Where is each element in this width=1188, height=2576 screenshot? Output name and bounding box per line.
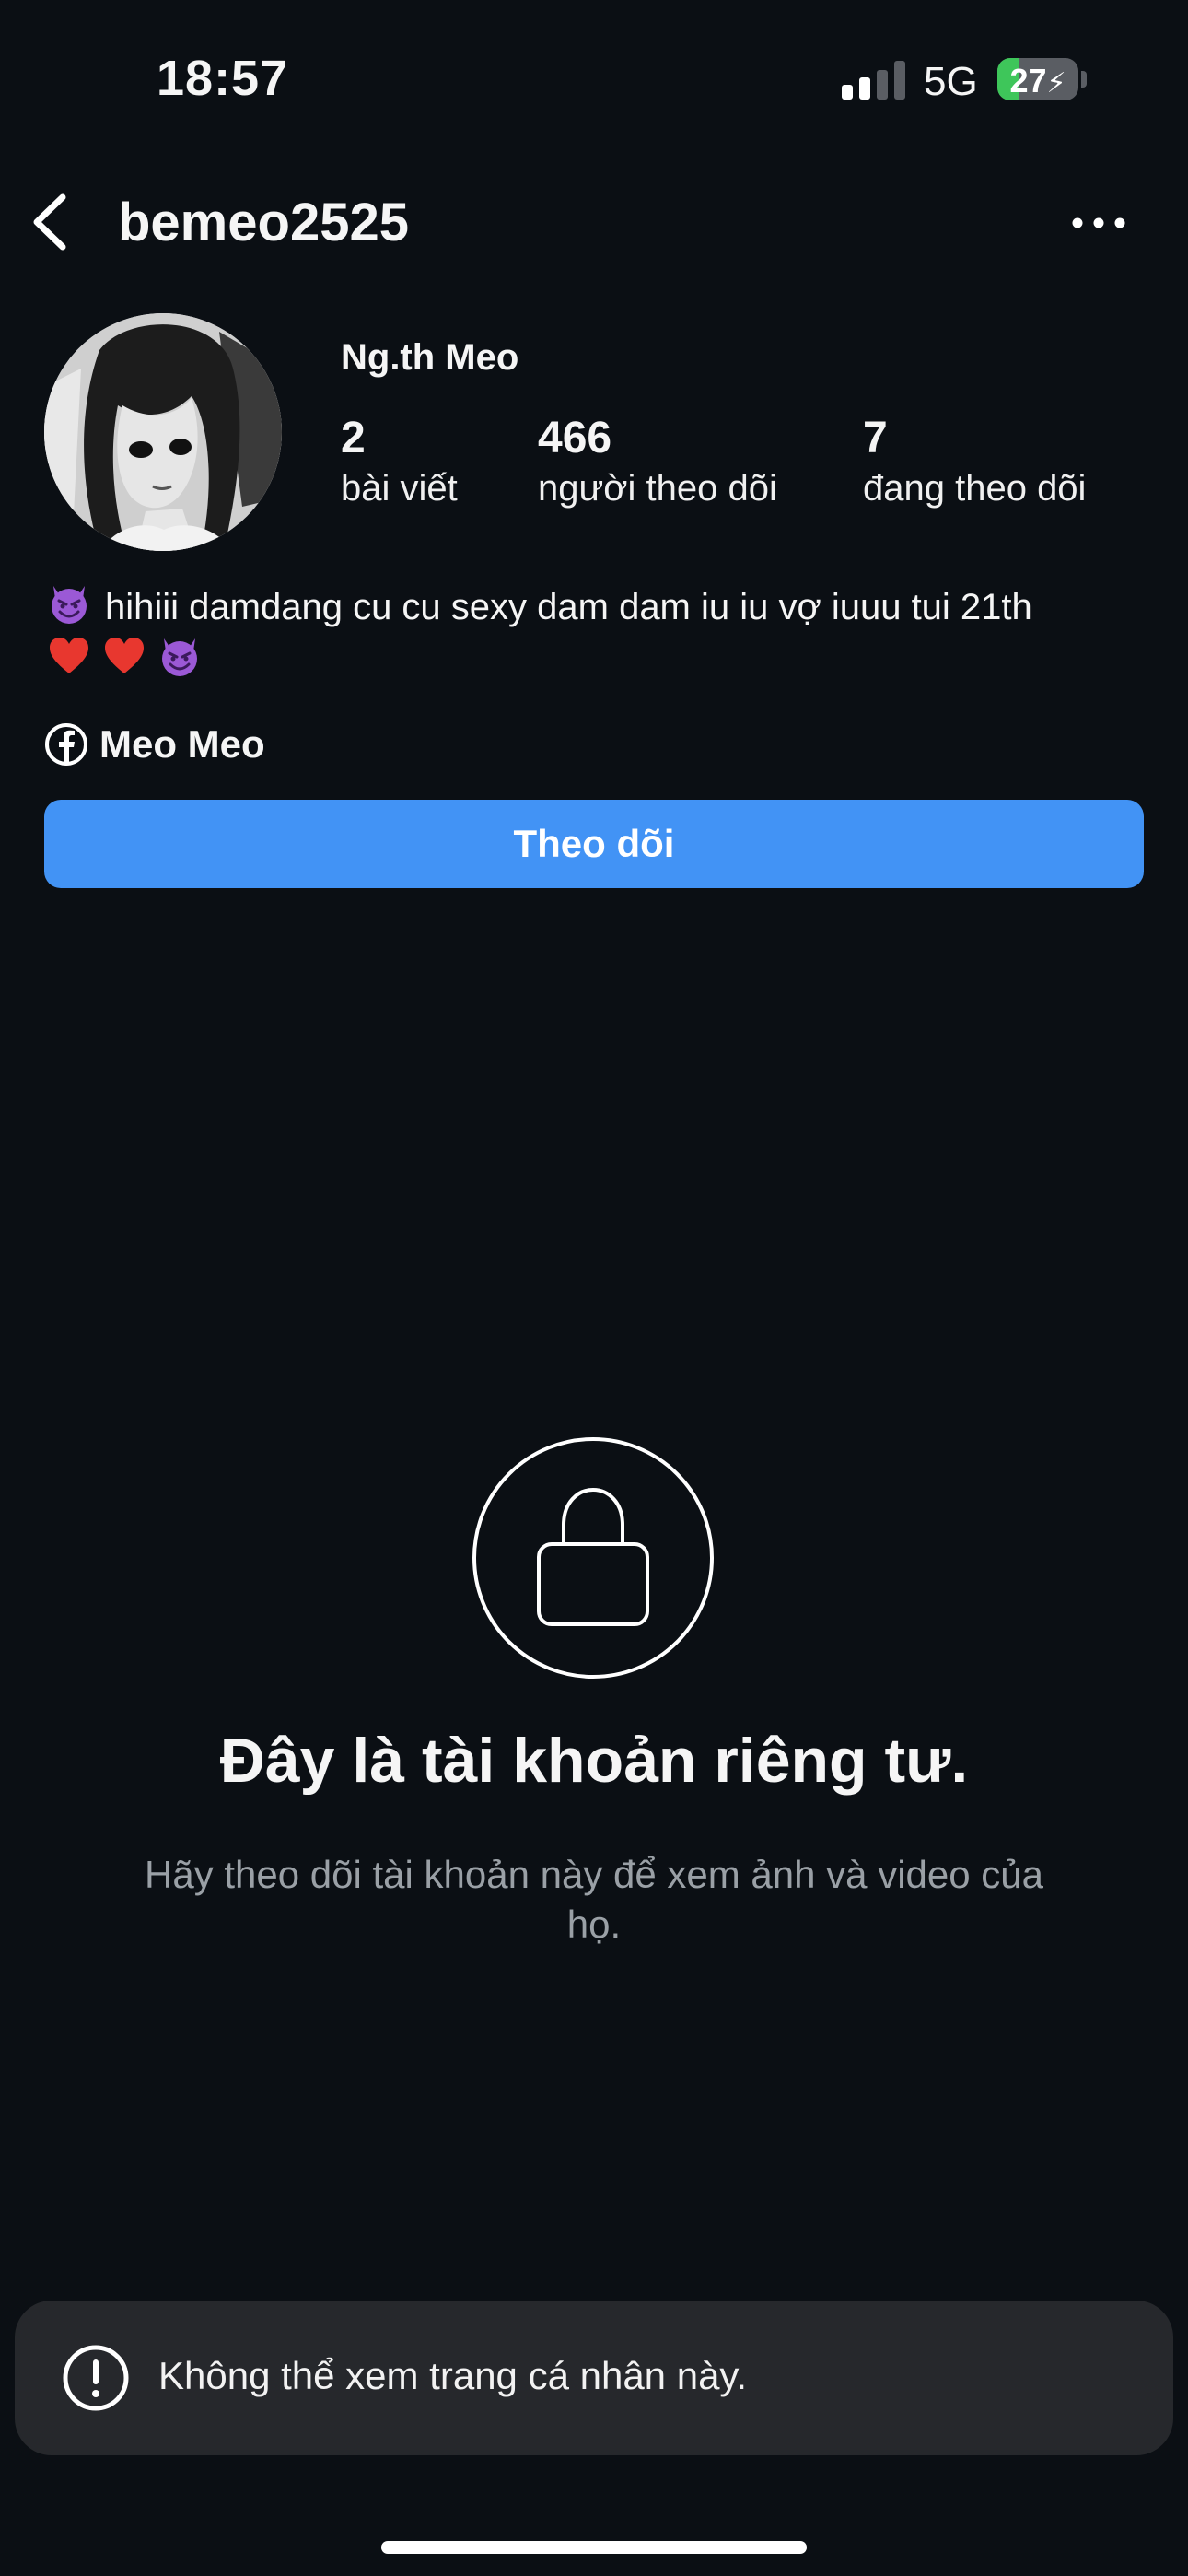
stat-following[interactable]: 7 đang theo dõi bbox=[863, 413, 1086, 512]
toast-message: Không thể xem trang cá nhân này. bbox=[158, 2354, 747, 2397]
avatar[interactable] bbox=[44, 313, 282, 551]
profile-bio: hihiii damdang cu cu sexy dam dam iu iu … bbox=[46, 580, 1151, 685]
devil-emoji-icon bbox=[52, 586, 87, 624]
heart-emoji-icon bbox=[105, 638, 144, 673]
stat-posts-value: 2 bbox=[341, 414, 366, 463]
back-button[interactable] bbox=[26, 190, 81, 254]
lock-icon bbox=[472, 1437, 714, 1679]
home-indicator[interactable] bbox=[381, 2541, 807, 2554]
private-account-title: Đây là tài khoản riêng tư. bbox=[219, 1726, 969, 1796]
battery-percent: 27⚡ bbox=[1009, 62, 1066, 100]
link-label: Meo Meo bbox=[99, 722, 265, 766]
stat-following-label: đang theo dõi bbox=[863, 468, 1087, 509]
facebook-icon bbox=[45, 723, 87, 766]
facebook-link[interactable]: Meo Meo bbox=[44, 719, 265, 770]
stat-followers[interactable]: 466 người theo dõi bbox=[538, 413, 777, 512]
bio-line-2 bbox=[46, 633, 1151, 685]
chevron-left-icon bbox=[33, 193, 66, 251]
bio-line-1: hihiii damdang cu cu sexy dam dam iu iu … bbox=[46, 580, 1151, 633]
more-horizontal-icon bbox=[1072, 217, 1125, 228]
battery-tip bbox=[1081, 71, 1087, 88]
network-type: 5G bbox=[924, 59, 978, 104]
profile-screen: 18:57 5G 27⚡ bemeo2525 Ng.th Meo 2 bài v… bbox=[0, 0, 1188, 2576]
display-name: Ng.th Meo bbox=[341, 337, 519, 378]
heart-emoji-icon bbox=[50, 638, 88, 673]
private-account-description: Hãy theo dõi tài khoản này để xem ảnh và… bbox=[145, 1853, 1043, 1946]
devil-emoji-icon bbox=[162, 638, 197, 676]
follow-button[interactable]: Theo dõi bbox=[44, 800, 1144, 888]
stat-followers-value: 466 bbox=[538, 414, 612, 463]
profile-username: bemeo2525 bbox=[118, 193, 409, 252]
stat-posts-label: bài viết bbox=[341, 468, 458, 509]
stat-following-value: 7 bbox=[863, 414, 888, 463]
status-bar: 18:57 5G 27⚡ bbox=[0, 0, 1188, 157]
stat-posts[interactable]: 2 bài viết bbox=[341, 413, 458, 512]
alert-circle-icon bbox=[63, 2345, 129, 2411]
avatar-image bbox=[44, 313, 282, 551]
status-time: 18:57 bbox=[157, 51, 289, 106]
bio-text: hihiii damdang cu cu sexy dam dam iu iu … bbox=[105, 587, 1032, 627]
more-options-button[interactable] bbox=[1068, 195, 1129, 251]
stat-followers-label: người theo dõi bbox=[538, 468, 777, 509]
signal-strength-icon bbox=[842, 61, 906, 100]
battery-icon: 27⚡ bbox=[997, 58, 1078, 100]
error-toast: Không thể xem trang cá nhân này. bbox=[15, 2301, 1173, 2455]
